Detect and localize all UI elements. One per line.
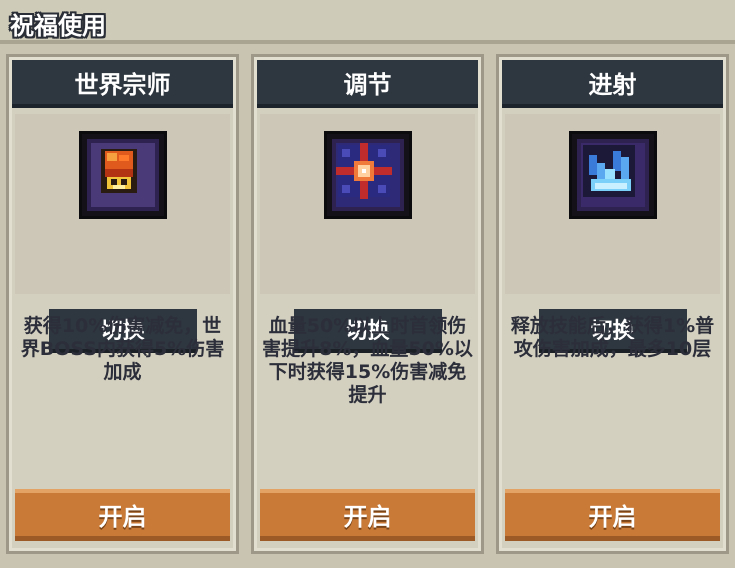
blessing-card: 世界宗师 切换 获得10%伤害减免，世界BOSS内获得5%伤害加成 开启 <box>6 54 239 554</box>
card-description: 获得10%伤害减免，世界BOSS内获得5%伤害加成 <box>20 315 225 383</box>
icon-area: 切换 <box>505 114 720 353</box>
card-title: 世界宗师 <box>12 60 233 108</box>
card-title: 调节 <box>257 60 478 108</box>
open-button[interactable]: 开启 <box>15 489 230 541</box>
card-description: 释放技能后，获得1%普攻伤害加成，最多10层 <box>510 315 715 360</box>
icon-area: 切换 <box>15 114 230 353</box>
open-button[interactable]: 开启 <box>260 489 475 541</box>
fire-chest-icon <box>78 131 167 219</box>
card-title: 进射 <box>502 60 723 108</box>
card-description: 血量50%以上时首领伤害提升8%，血量50%以下时获得15%伤害减免提升 <box>262 315 473 406</box>
cross-burst-icon <box>323 131 412 219</box>
panel-header: 祝福使用 <box>0 0 735 44</box>
open-button[interactable]: 开启 <box>505 489 720 541</box>
ice-shards-icon <box>568 131 657 219</box>
blessing-card: 调节 切换 血量50%以上时首领伤害提升8%，血量50%以下时获得15%伤害减免… <box>251 54 484 554</box>
panel-title: 祝福使用 <box>10 12 106 40</box>
blessing-card: 进射 切换 释放技能后，获得1%普攻伤害加成，最多10层 开启 <box>496 54 729 554</box>
icon-area: 切换 <box>260 114 475 353</box>
